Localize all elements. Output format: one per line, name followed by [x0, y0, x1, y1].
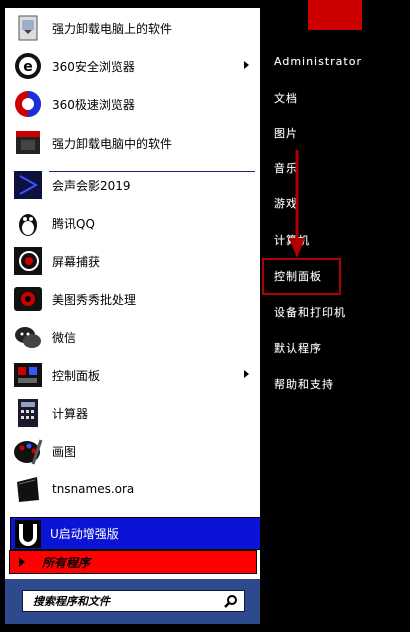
- program-screen-capture[interactable]: 屏幕捕获: [9, 243, 257, 279]
- search-input[interactable]: [31, 593, 224, 609]
- program-control-panel[interactable]: 控制面板: [9, 357, 257, 393]
- program-label: 会声会影2019: [52, 178, 131, 193]
- file-icon: [13, 474, 43, 504]
- program-label: 画图: [52, 444, 77, 459]
- play-arrow-icon: [19, 557, 25, 567]
- program-video-editor[interactable]: 会声会影2019: [9, 167, 257, 203]
- program-uninstall-software-pc[interactable]: 强力卸载电脑上的软件: [9, 10, 257, 46]
- 360-safe-browser-icon: e: [13, 51, 43, 81]
- program-paint[interactable]: 画图: [9, 433, 257, 469]
- start-menu-programs-pane: 强力卸载电脑上的软件 e 360安全浏览器 360极速浏览器 强力卸载电脑中的软…: [5, 8, 261, 579]
- right-item-pictures[interactable]: 图片: [274, 125, 298, 141]
- program-label: 360极速浏览器: [52, 97, 135, 112]
- uninstall-software-icon: [13, 13, 43, 43]
- submenu-arrow-icon[interactable]: [244, 370, 249, 378]
- program-label: 控制面板: [52, 368, 101, 383]
- program-360-safe-browser[interactable]: e 360安全浏览器: [9, 48, 257, 84]
- all-programs-label: 所有程序: [42, 555, 91, 570]
- program-360-speed-browser[interactable]: 360极速浏览器: [9, 86, 257, 122]
- 360-speed-browser-icon: [13, 89, 43, 119]
- svg-text:e: e: [23, 59, 33, 75]
- program-tnsnames[interactable]: tnsnames.ora: [9, 471, 257, 507]
- program-qq[interactable]: 腾讯QQ: [9, 205, 257, 241]
- highlight-box: [262, 258, 341, 295]
- qq-penguin-icon: [13, 208, 43, 238]
- program-wechat[interactable]: 微信: [9, 319, 257, 355]
- right-item-devices-printers[interactable]: 设备和打印机: [274, 304, 346, 320]
- program-uninstall-software-computer[interactable]: 强力卸载电脑中的软件: [9, 125, 257, 161]
- u-boot-icon: [15, 519, 41, 548]
- program-label: 强力卸载电脑上的软件: [52, 21, 173, 36]
- search-area: [5, 579, 260, 624]
- calculator-icon: [13, 398, 43, 428]
- search-icon[interactable]: [224, 594, 238, 608]
- control-panel-icon: [13, 360, 43, 390]
- right-item-default-programs[interactable]: 默认程序: [274, 340, 322, 356]
- search-box[interactable]: [22, 590, 245, 612]
- wechat-icon: [13, 322, 43, 352]
- user-name-link[interactable]: Administrator: [274, 55, 362, 68]
- meitu-batch-icon: [13, 284, 43, 314]
- program-calculator[interactable]: 计算器: [9, 395, 257, 431]
- right-item-help-support[interactable]: 帮助和支持: [274, 376, 334, 392]
- annotation-arrow-icon: [289, 150, 305, 258]
- right-item-documents[interactable]: 文档: [274, 90, 298, 106]
- screen-capture-icon: [13, 246, 43, 276]
- user-avatar[interactable]: [308, 0, 362, 30]
- program-meitu-batch[interactable]: 美图秀秀批处理: [9, 281, 257, 317]
- program-u-boot[interactable]: U启动增强版: [10, 517, 261, 550]
- program-label: 屏幕捕获: [52, 254, 101, 269]
- program-label: 美图秀秀批处理: [52, 292, 137, 307]
- program-label: 强力卸载电脑中的软件: [52, 136, 173, 151]
- program-label: tnsnames.ora: [52, 482, 135, 496]
- program-label: U启动增强版: [50, 527, 119, 541]
- video-editor-icon: [13, 170, 43, 200]
- paint-icon: [13, 436, 43, 466]
- program-label: 微信: [52, 330, 77, 345]
- program-label: 360安全浏览器: [52, 59, 135, 74]
- uninstall-box-icon: [13, 128, 43, 158]
- program-label: 腾讯QQ: [52, 216, 95, 231]
- submenu-arrow-icon[interactable]: [244, 61, 249, 69]
- all-programs-button[interactable]: 所有程序: [9, 550, 257, 574]
- program-label: 计算器: [52, 406, 89, 421]
